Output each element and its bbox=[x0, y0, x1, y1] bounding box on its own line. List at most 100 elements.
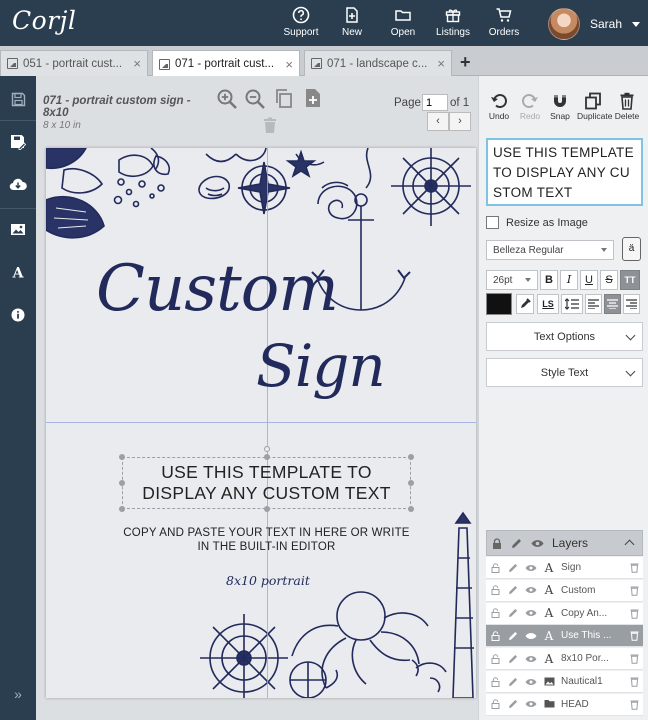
rotate-handle[interactable] bbox=[264, 446, 270, 452]
layer-delete-icon[interactable] bbox=[625, 630, 643, 642]
add-page-button[interactable] bbox=[304, 88, 326, 110]
save-as-button[interactable] bbox=[0, 127, 36, 157]
underline-button[interactable]: U bbox=[580, 270, 598, 290]
layer-delete-icon[interactable] bbox=[625, 608, 643, 619]
copy-page-button[interactable] bbox=[274, 88, 296, 110]
page-number-input[interactable] bbox=[422, 94, 448, 111]
font-family-select[interactable]: Belleza Regular bbox=[486, 240, 614, 260]
layer-edit-icon[interactable] bbox=[504, 608, 522, 618]
letter-spacing-button[interactable]: LS bbox=[537, 294, 559, 314]
layer-visibility-icon[interactable] bbox=[522, 700, 540, 708]
add-text-button[interactable]: A bbox=[0, 257, 36, 287]
layer-row-use-this[interactable]: A Use This ... bbox=[486, 625, 643, 648]
layer-visibility-icon[interactable] bbox=[522, 632, 540, 640]
layer-row-copy-an[interactable]: A Copy An... bbox=[486, 602, 643, 625]
close-icon[interactable]: × bbox=[437, 56, 445, 71]
layer-row-nautical1[interactable]: Nautical1 bbox=[486, 671, 643, 693]
layer-lock-icon[interactable] bbox=[486, 631, 504, 641]
layer-visibility-icon[interactable] bbox=[522, 655, 540, 663]
layer-row-sign[interactable]: A Sign bbox=[486, 557, 643, 579]
zoom-in-button[interactable] bbox=[216, 88, 238, 110]
layer-row-8x10-por[interactable]: A 8x10 Por... bbox=[486, 648, 643, 671]
layer-lock-icon[interactable] bbox=[486, 562, 504, 573]
add-image-button[interactable] bbox=[0, 214, 36, 244]
layer-visibility-icon[interactable] bbox=[522, 586, 540, 594]
nav-orders-label: Orders bbox=[488, 27, 520, 38]
download-button[interactable] bbox=[0, 169, 36, 199]
text-options-accordion[interactable]: Text Options bbox=[486, 322, 643, 351]
font-glyphs-button[interactable]: ä bbox=[622, 237, 641, 261]
resize-handle-ne[interactable] bbox=[408, 454, 414, 460]
font-size-select[interactable]: 26pt bbox=[486, 270, 538, 290]
layer-edit-icon[interactable] bbox=[504, 631, 522, 641]
tab-051-portrait[interactable]: 051 - portrait cust... × bbox=[0, 50, 148, 76]
layer-edit-icon[interactable] bbox=[504, 654, 522, 664]
layer-lock-icon[interactable] bbox=[486, 654, 504, 664]
resize-handle-e[interactable] bbox=[408, 480, 414, 486]
close-icon[interactable]: × bbox=[133, 56, 141, 71]
layer-delete-icon[interactable] bbox=[625, 585, 643, 596]
app-logo[interactable]: Corjl bbox=[12, 6, 76, 35]
layer-edit-icon[interactable] bbox=[504, 677, 522, 687]
save-button[interactable] bbox=[0, 84, 36, 114]
layer-lock-icon[interactable] bbox=[486, 585, 504, 596]
align-left-button[interactable] bbox=[585, 294, 602, 314]
instructions-text[interactable]: COPY AND PASTE YOUR TEXT IN HERE OR WRIT… bbox=[122, 526, 411, 554]
layer-edit-icon[interactable] bbox=[504, 563, 522, 573]
design-canvas[interactable]: Custom Sign USE THIS TEMPLATE TO DISPLAY… bbox=[46, 148, 476, 698]
layer-visibility-icon[interactable] bbox=[522, 564, 540, 572]
close-icon[interactable]: × bbox=[285, 57, 293, 72]
expand-sidebar-icon[interactable]: » bbox=[0, 686, 36, 702]
align-center-button[interactable] bbox=[604, 294, 621, 314]
snap-button[interactable]: Snap bbox=[544, 92, 576, 121]
italic-button[interactable]: I bbox=[560, 270, 578, 290]
custom-script-text[interactable]: Custom bbox=[96, 252, 339, 326]
layer-edit-icon[interactable] bbox=[504, 699, 522, 709]
layer-lock-icon[interactable] bbox=[486, 676, 504, 687]
tab-071-landscape[interactable]: 071 - landscape c... × bbox=[304, 50, 452, 76]
undo-button[interactable]: Undo bbox=[483, 92, 515, 121]
eyedropper-button[interactable] bbox=[516, 294, 534, 314]
strikethrough-button[interactable]: S bbox=[600, 270, 618, 290]
layer-delete-icon[interactable] bbox=[625, 653, 643, 664]
resize-as-image-checkbox[interactable] bbox=[486, 216, 499, 229]
layer-visibility-icon[interactable] bbox=[522, 678, 540, 686]
layer-row-head[interactable]: HEAD bbox=[486, 693, 643, 716]
align-right-button[interactable] bbox=[623, 294, 640, 314]
user-menu[interactable]: Sarah bbox=[548, 8, 641, 40]
layer-row-custom[interactable]: A Custom bbox=[486, 579, 643, 602]
prev-page-button[interactable]: ‹ bbox=[427, 112, 449, 131]
tab-071-portrait[interactable]: 071 - portrait cust... × bbox=[152, 50, 300, 77]
duplicate-button[interactable]: Duplicate bbox=[577, 92, 612, 121]
layer-delete-icon[interactable] bbox=[625, 699, 643, 710]
style-text-accordion[interactable]: Style Text bbox=[486, 358, 643, 387]
delete-button[interactable]: Delete bbox=[611, 92, 643, 121]
next-page-button[interactable]: › bbox=[449, 112, 471, 131]
layers-header[interactable]: Layers bbox=[486, 530, 643, 556]
nav-orders[interactable]: Orders bbox=[474, 6, 534, 38]
redo-button[interactable]: Redo bbox=[514, 92, 546, 121]
layer-delete-icon[interactable] bbox=[625, 562, 643, 573]
layer-delete-icon[interactable] bbox=[625, 676, 643, 687]
resize-handle-sw[interactable] bbox=[119, 506, 125, 512]
all-caps-button[interactable]: TT bbox=[620, 270, 640, 290]
layer-visibility-icon[interactable] bbox=[522, 609, 540, 617]
text-editor-textarea[interactable]: USE THIS TEMPLATE TO DISPLAY ANY CUSTOM … bbox=[486, 138, 643, 206]
layer-lock-icon[interactable] bbox=[486, 699, 504, 710]
layer-edit-icon[interactable] bbox=[504, 585, 522, 595]
add-tab-button[interactable]: + bbox=[460, 52, 471, 73]
layer-lock-icon[interactable] bbox=[486, 608, 504, 619]
resize-handle-nw[interactable] bbox=[119, 454, 125, 460]
bold-button[interactable]: B bbox=[540, 270, 558, 290]
resize-handle-w[interactable] bbox=[119, 480, 125, 486]
size-script-text[interactable]: 8x10 portrait bbox=[226, 573, 310, 588]
resize-handle-s[interactable] bbox=[264, 506, 270, 512]
text-color-swatch[interactable] bbox=[486, 293, 512, 315]
zoom-out-button[interactable] bbox=[244, 88, 266, 110]
resize-handle-se[interactable] bbox=[408, 506, 414, 512]
sign-script-text[interactable]: Sign bbox=[256, 332, 386, 400]
info-button[interactable] bbox=[0, 300, 36, 330]
delete-page-button[interactable] bbox=[263, 117, 279, 135]
line-height-button[interactable] bbox=[561, 294, 583, 314]
resize-handle-n[interactable] bbox=[264, 454, 270, 460]
